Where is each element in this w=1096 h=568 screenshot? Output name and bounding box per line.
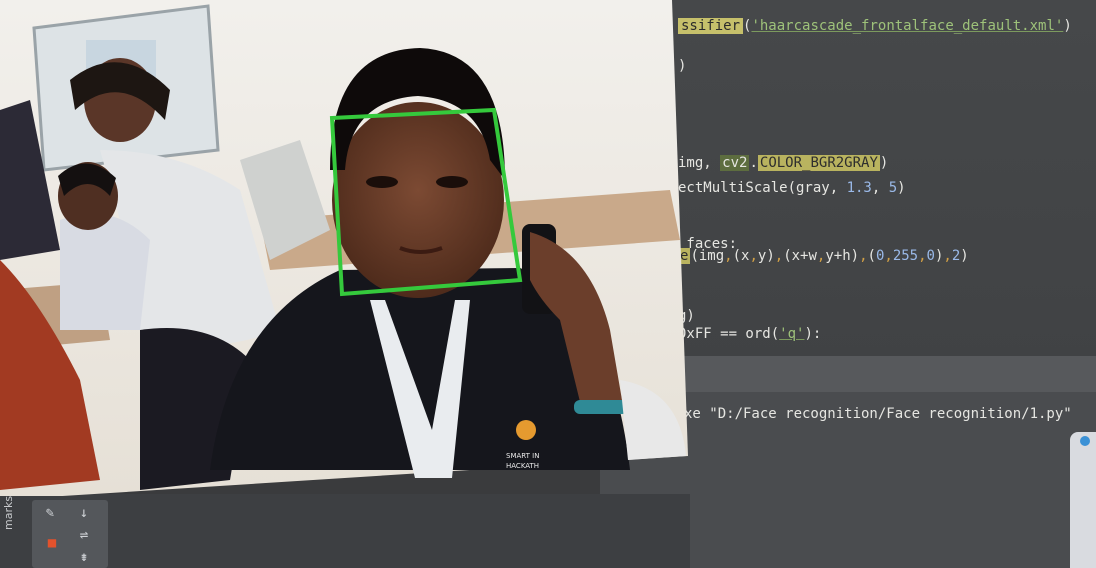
code-token: (img <box>690 248 725 264</box>
code-token: . <box>749 155 758 171</box>
code-line: e (img,(x,y),(x+w,y+h),(0,255,0),2) <box>678 248 969 264</box>
code-line: ectMultiScale(gray, 1.3, 5) <box>678 180 906 196</box>
code-token: 5 <box>888 180 898 196</box>
camera-frame: SMART IN HACKATH <box>0 0 688 496</box>
code-line: img, cv2. COLOR_BGR2GRAY) <box>678 155 888 171</box>
code-token: 'haarcascade_frontalface_default.xml' <box>751 18 1064 34</box>
terminal-command: xe "D:/Face recognition/Face recognition… <box>684 406 1072 422</box>
code-token: 0 <box>926 248 935 264</box>
wrench-icon[interactable]: ✎ <box>38 504 62 522</box>
code-token: , <box>774 248 784 264</box>
code-token: y+h) <box>825 248 860 264</box>
code-token: ) <box>1063 18 1072 34</box>
run-toolbar: ✎ ↓ ■ ⇌ ⇟ <box>32 500 108 568</box>
code-token: , <box>918 248 927 264</box>
code-token: , <box>724 248 733 264</box>
code-token: ) <box>879 155 889 171</box>
side-tab-label[interactable]: marks <box>2 496 15 530</box>
code-token: 255 <box>892 248 919 264</box>
code-token: 1.3 <box>846 180 872 196</box>
code-token: ) <box>897 180 906 196</box>
status-dot-icon <box>1080 436 1090 446</box>
code-line: 0xFF == ord('q'): <box>678 326 821 342</box>
scrollbar[interactable] <box>1070 432 1096 568</box>
code-token: (x <box>732 248 750 264</box>
arrow-down-icon[interactable]: ↓ <box>72 504 96 522</box>
code-token: ectMultiScale(gray, <box>678 180 847 196</box>
code-token: y) <box>757 248 775 264</box>
code-token: cv2 <box>720 155 750 171</box>
code-token: , <box>943 248 952 264</box>
stop-icon[interactable]: ■ <box>40 534 64 552</box>
scroll-end-icon[interactable]: ⇟ <box>72 548 96 566</box>
code-token: COLOR_BGR2GRAY <box>757 155 880 171</box>
code-token: , <box>871 180 889 196</box>
code-token: (x+w <box>783 248 817 264</box>
code-token: ) <box>960 248 969 264</box>
code-token: ): <box>804 326 822 342</box>
code-token: 'q' <box>779 326 805 342</box>
code-token: , <box>859 248 868 264</box>
code-token: ( <box>867 248 876 264</box>
code-line: ssifier ('haarcascade_frontalface_default… <box>678 18 1072 34</box>
wrap-icon[interactable]: ⇌ <box>72 526 96 544</box>
badge-text: SMART IN <box>506 452 539 460</box>
code-token: , <box>884 248 893 264</box>
badge-text-2: HACKATH <box>506 462 539 470</box>
code-token: 0xFF == ord( <box>678 326 780 342</box>
camera-image: SMART IN HACKATH <box>0 0 688 496</box>
code-token: , <box>749 248 758 264</box>
